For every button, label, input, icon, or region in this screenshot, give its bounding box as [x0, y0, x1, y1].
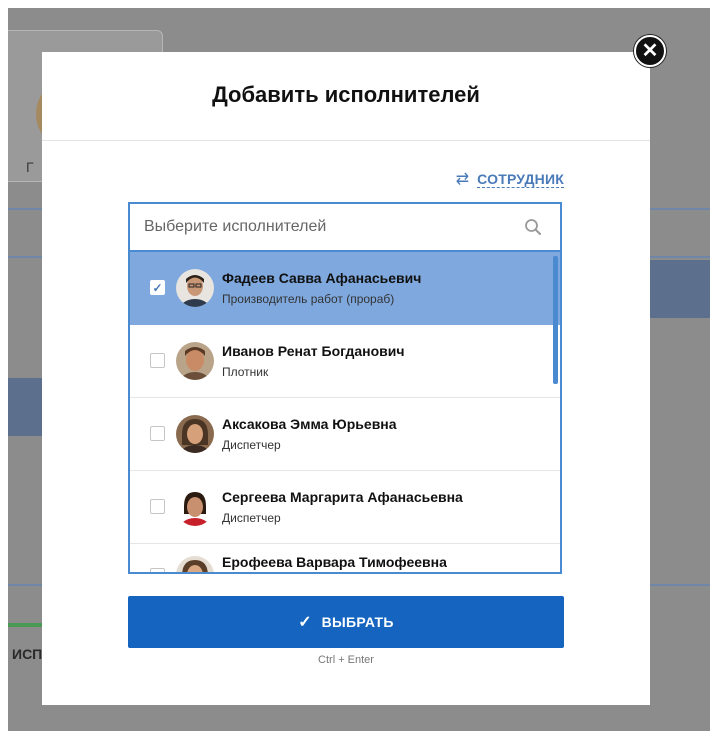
executor-list[interactable]: ✓ Фадеев Савва Афанасьевич Производитель…	[130, 252, 560, 572]
executor-list-item[interactable]: Ерофеева Варвара Тимофеевна	[130, 544, 560, 572]
dialog-divider	[42, 140, 650, 141]
keyboard-shortcut-hint: Ctrl + Enter	[318, 654, 374, 666]
executor-role: Диспетчер	[222, 438, 281, 452]
employee-mode-toggle[interactable]: ⇄ СОТРУДНИК	[456, 171, 564, 188]
check-icon: ✓	[298, 614, 312, 631]
executor-checkbox[interactable]	[150, 568, 165, 572]
executor-checkbox[interactable]	[150, 426, 165, 441]
avatar	[176, 269, 214, 307]
search-icon[interactable]	[524, 218, 542, 236]
executor-checkbox[interactable]	[150, 499, 165, 514]
dialog-title: Добавить исполнителей	[212, 82, 480, 107]
background-card-text: Г	[26, 159, 34, 175]
search-row	[130, 204, 560, 252]
executor-checkbox[interactable]	[150, 353, 165, 368]
executor-checkbox[interactable]: ✓	[150, 280, 165, 295]
executor-name: Иванов Ренат Богданович	[222, 343, 405, 359]
close-button[interactable]: ✕	[634, 35, 666, 67]
executor-role: Производитель работ (прораб)	[222, 292, 395, 306]
background-row	[650, 260, 710, 318]
list-scrollbar[interactable]	[553, 256, 558, 384]
executor-name: Ерофеева Варвара Тимофеевна	[222, 554, 447, 570]
executor-role: Плотник	[222, 365, 269, 379]
background-column-header: ИСП	[12, 646, 43, 662]
executor-list-item[interactable]: Сергеева Маргарита Афанасьевна Диспетчер	[130, 471, 560, 544]
executor-name: Аксакова Эмма Юрьевна	[222, 416, 397, 432]
executor-name: Фадеев Савва Афанасьевич	[222, 270, 422, 286]
select-button-label: ВЫБРАТЬ	[321, 614, 394, 630]
avatar	[176, 415, 214, 453]
executor-role: Диспетчер	[222, 511, 281, 525]
add-executors-dialog: Добавить исполнителей ⇄ СОТРУДНИК ✓	[42, 52, 650, 705]
swap-arrows-icon: ⇄	[455, 170, 470, 188]
executor-list-item[interactable]: Иванов Ренат Богданович Плотник	[130, 325, 560, 398]
check-icon: ✓	[152, 280, 163, 295]
avatar	[176, 556, 214, 572]
close-icon: ✕	[641, 40, 659, 62]
executor-select: ✓ Фадеев Савва Афанасьевич Производитель…	[128, 202, 562, 574]
avatar	[176, 488, 214, 526]
select-button[interactable]: ✓ ВЫБРАТЬ	[128, 596, 564, 648]
executor-search-input[interactable]	[130, 204, 538, 250]
executor-list-item[interactable]: Аксакова Эмма Юрьевна Диспетчер	[130, 398, 560, 471]
executor-name: Сергеева Маргарита Афанасьевна	[222, 489, 463, 505]
employee-mode-label: СОТРУДНИК	[477, 171, 564, 188]
avatar	[176, 342, 214, 380]
executor-list-item[interactable]: ✓ Фадеев Савва Афанасьевич Производитель…	[130, 252, 560, 325]
